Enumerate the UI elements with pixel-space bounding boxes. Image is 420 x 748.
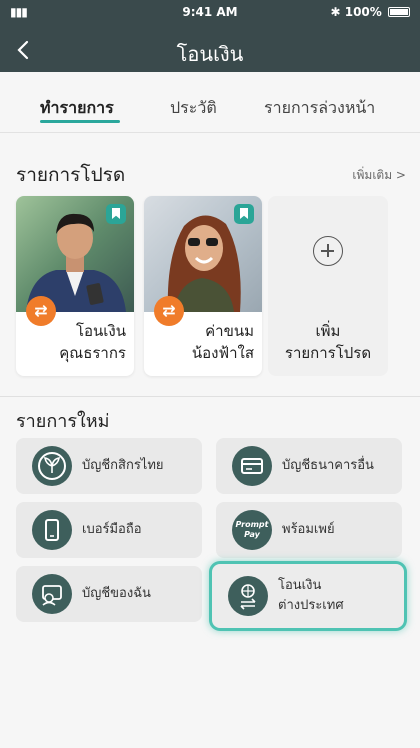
new-item-mobile-number[interactable]: เบอร์มือถือ [16,502,202,558]
add-favorite-card[interactable]: เพิ่ม รายการโปรด [268,196,388,376]
new-item-kbank-account[interactable]: บัญชีกสิกรไทย [16,438,202,494]
new-item-label: บัญชีของฉัน [82,586,151,601]
bluetooth-icon: ✱ [330,5,341,19]
transfer-swap-icon: ⇄ [154,296,184,326]
page-title: โอนเงิน [176,42,244,66]
favorite-photo [144,196,262,312]
new-item-label: บัญชีธนาคารอื่น [282,458,374,473]
new-item-promptpay[interactable]: Prompt Pay พร้อมเพย์ [216,502,402,558]
new-item-my-account[interactable]: บัญชีของฉัน [16,566,202,622]
favorite-label-line2: น้องฟ้าใส [191,344,254,362]
new-item-label-line2: ต่างประเทศ [278,598,344,613]
favorites-title: รายการโปรด [16,164,126,186]
bookmark-icon [234,204,254,224]
kbank-logo-icon [32,446,72,486]
app-header: ▮▮▮ 9:41 AM ✱ 100% โอนเงิน [0,0,420,72]
new-item-label: เบอร์มือถือ [82,522,142,537]
favorite-label-line1: โอนเงิน [75,322,126,340]
favorite-label-line1: ค่าขนม [205,322,254,340]
tabs-divider [0,132,420,133]
new-item-international-transfer[interactable]: โอนเงิน ต่างประเทศ [212,564,404,628]
transfer-swap-icon: ⇄ [26,296,56,326]
battery-icon [388,7,410,17]
favorite-label-line2: คุณธรากร [59,344,126,362]
favorite-photo [16,196,134,312]
new-item-label: บัญชีกสิกรไทย [82,458,164,473]
tab-bar: ทำรายการ ประวัติ รายการล่วงหน้า [0,96,420,124]
favorite-card-2[interactable]: ⇄ ค่าขนม น้องฟ้าใส [144,196,262,376]
globe-transfer-icon [228,576,268,616]
new-item-label: พร้อมเพย์ [282,522,335,537]
add-favorite-label: เพิ่ม รายการโปรด [268,320,388,364]
new-transactions-title: รายการใหม่ [16,411,110,432]
tab-scheduled[interactable]: รายการล่วงหน้า [264,96,375,121]
favorites-more-link[interactable]: เพิ่มเติม > [352,166,406,185]
battery-percent: 100% [344,5,382,19]
mobile-phone-icon [32,510,72,550]
status-right: ✱ 100% [330,5,410,19]
bookmark-icon [106,204,126,224]
my-account-icon [32,574,72,614]
bank-card-icon [232,446,272,486]
plus-circle-icon [313,236,343,266]
new-item-other-bank[interactable]: บัญชีธนาคารอื่น [216,438,402,494]
status-bar: ▮▮▮ 9:41 AM ✱ 100% [0,4,420,22]
tab-transaction[interactable]: ทำรายการ [40,96,114,121]
section-divider [0,396,420,397]
add-label-line2: รายการโปรด [284,344,372,362]
promptpay-icon-text: Prompt Pay [235,520,269,539]
active-tab-indicator [40,120,120,123]
tab-history[interactable]: ประวัติ [170,96,217,121]
promptpay-icon: Prompt Pay [232,510,272,550]
favorite-name: โอนเงิน คุณธรากร [59,320,126,364]
add-label-line1: เพิ่ม [315,322,341,340]
new-item-label: โอนเงิน ต่างประเทศ [278,564,344,628]
favorite-name: ค่าขนม น้องฟ้าใส [192,320,254,364]
new-item-label-line1: โอนเงิน [278,578,322,593]
favorite-card-1[interactable]: ⇄ โอนเงิน คุณธรากร [16,196,134,376]
